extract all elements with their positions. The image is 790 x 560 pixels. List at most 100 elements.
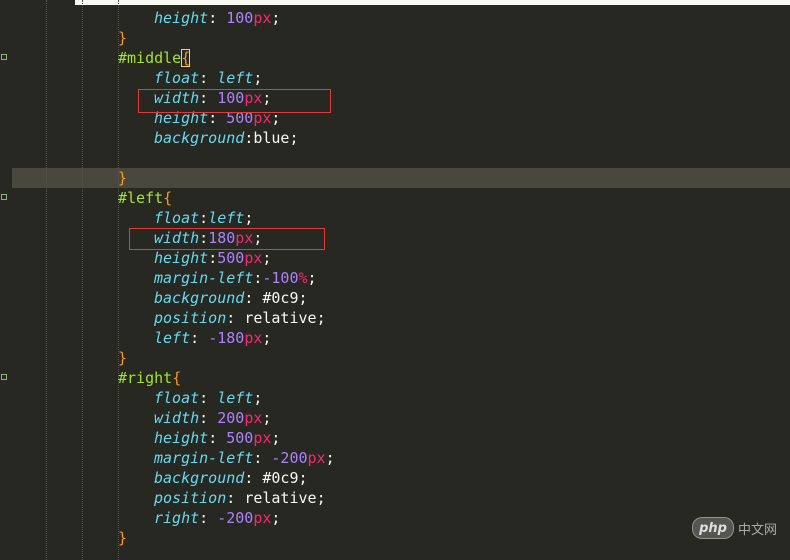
token-colon: : bbox=[199, 409, 218, 427]
token-brace: } bbox=[118, 169, 128, 187]
code-line[interactable]: #middle{ bbox=[118, 48, 191, 68]
code-line[interactable]: height: 500px; bbox=[154, 428, 280, 448]
token-unit: px bbox=[244, 329, 263, 347]
token-unit: % bbox=[298, 269, 308, 287]
token-prop: left bbox=[154, 329, 191, 347]
token-selector: #left bbox=[118, 189, 164, 207]
code-line[interactable]: background:blue; bbox=[154, 128, 299, 148]
code-line[interactable]: height: 100px; bbox=[154, 8, 280, 28]
code-line[interactable]: } bbox=[118, 528, 127, 548]
token-num: -200 bbox=[271, 449, 308, 467]
token-colon: : bbox=[244, 129, 254, 147]
current-line-highlight bbox=[12, 168, 790, 188]
editor-gutter bbox=[0, 0, 12, 560]
code-line[interactable]: left: -180px; bbox=[154, 328, 271, 348]
editor-top-strip bbox=[75, 0, 790, 5]
token-colon: : bbox=[226, 309, 245, 327]
code-line[interactable]: position: relative; bbox=[154, 488, 326, 508]
token-prop: background bbox=[154, 289, 245, 307]
watermark-site-name: 中文网 bbox=[738, 522, 778, 538]
token-unit: px bbox=[307, 449, 326, 467]
token-unit: px bbox=[253, 509, 272, 527]
code-editor[interactable]: height: 100px;} #middle{float: left; width… bbox=[0, 0, 790, 560]
code-line[interactable]: } bbox=[118, 28, 127, 48]
token-prop: margin-left bbox=[154, 269, 254, 287]
code-line[interactable]: #left{ bbox=[118, 188, 172, 208]
token-val: #0c9 bbox=[262, 289, 299, 307]
code-line[interactable]: float:left; bbox=[154, 208, 253, 228]
token-prop: width bbox=[154, 409, 200, 427]
fold-marker-icon[interactable] bbox=[1, 54, 7, 60]
fold-marker-icon[interactable] bbox=[1, 374, 7, 380]
annotation-box-left-width bbox=[129, 228, 325, 250]
token-end: ; bbox=[262, 409, 272, 427]
token-val: blue bbox=[253, 129, 290, 147]
token-colon: : bbox=[244, 289, 263, 307]
token-end: ; bbox=[289, 129, 299, 147]
token-end: ; bbox=[325, 449, 335, 467]
token-num: -200 bbox=[217, 509, 254, 527]
indent-guide bbox=[46, 0, 47, 560]
token-num: 500 bbox=[226, 429, 254, 447]
code-line[interactable]: height:500px; bbox=[154, 248, 271, 268]
token-colon: : bbox=[208, 9, 227, 27]
token-prop: right bbox=[154, 509, 200, 527]
fold-marker-icon[interactable] bbox=[1, 194, 7, 200]
code-line[interactable]: } bbox=[118, 168, 127, 188]
token-colon: : bbox=[199, 389, 218, 407]
token-end: ; bbox=[244, 209, 254, 227]
token-colon: : bbox=[208, 429, 227, 447]
token-prop: float bbox=[154, 209, 200, 227]
code-line[interactable]: background: #0c9; bbox=[154, 468, 308, 488]
token-num: -100 bbox=[262, 269, 299, 287]
code-line[interactable]: background: #0c9; bbox=[154, 288, 308, 308]
token-colon: : bbox=[253, 449, 272, 467]
token-selector: #right bbox=[118, 369, 173, 387]
token-end: ; bbox=[253, 389, 263, 407]
token-end: ; bbox=[298, 289, 308, 307]
token-colon: : bbox=[199, 69, 218, 87]
token-selector: #middle bbox=[118, 49, 182, 67]
token-colon: : bbox=[199, 509, 218, 527]
token-val: relative bbox=[244, 489, 317, 507]
token-colon: : bbox=[190, 329, 209, 347]
token-end: ; bbox=[262, 329, 272, 347]
annotation-box-middle-width bbox=[138, 89, 331, 113]
token-end: ; bbox=[307, 269, 317, 287]
token-prop: position bbox=[154, 489, 227, 507]
token-colon: : bbox=[244, 469, 263, 487]
indent-guide bbox=[118, 0, 119, 560]
token-end: ; bbox=[298, 469, 308, 487]
code-line[interactable]: float: left; bbox=[154, 68, 262, 88]
token-num: 100 bbox=[226, 9, 254, 27]
code-line[interactable]: float: left; bbox=[154, 388, 262, 408]
token-num: 200 bbox=[217, 409, 245, 427]
token-prop: height bbox=[154, 249, 209, 267]
token-open: { bbox=[181, 49, 191, 67]
token-open: { bbox=[172, 369, 182, 387]
code-line[interactable]: margin-left:-100%; bbox=[154, 268, 317, 288]
token-unit: px bbox=[244, 249, 263, 267]
token-unit: px bbox=[253, 9, 272, 27]
token-kw: left bbox=[208, 209, 245, 227]
token-prop: background bbox=[154, 129, 245, 147]
code-line[interactable]: right: -200px; bbox=[154, 508, 280, 528]
code-line[interactable]: #right{ bbox=[118, 368, 181, 388]
token-unit: px bbox=[253, 429, 272, 447]
token-end: ; bbox=[271, 509, 281, 527]
code-line[interactable]: width: 200px; bbox=[154, 408, 271, 428]
code-line[interactable]: position: relative; bbox=[154, 308, 326, 328]
token-colon: : bbox=[199, 209, 209, 227]
code-line[interactable]: margin-left: -200px; bbox=[154, 448, 335, 468]
token-end: ; bbox=[316, 489, 326, 507]
token-num: 500 bbox=[217, 249, 245, 267]
token-end: ; bbox=[262, 249, 272, 267]
code-line[interactable]: } bbox=[118, 348, 127, 368]
token-prop: margin-left bbox=[154, 449, 254, 467]
indent-guide bbox=[82, 0, 83, 560]
token-val: relative bbox=[244, 309, 317, 327]
token-prop: float bbox=[154, 69, 200, 87]
token-prop: height bbox=[154, 9, 209, 27]
token-colon: : bbox=[226, 489, 245, 507]
token-unit: px bbox=[244, 409, 263, 427]
